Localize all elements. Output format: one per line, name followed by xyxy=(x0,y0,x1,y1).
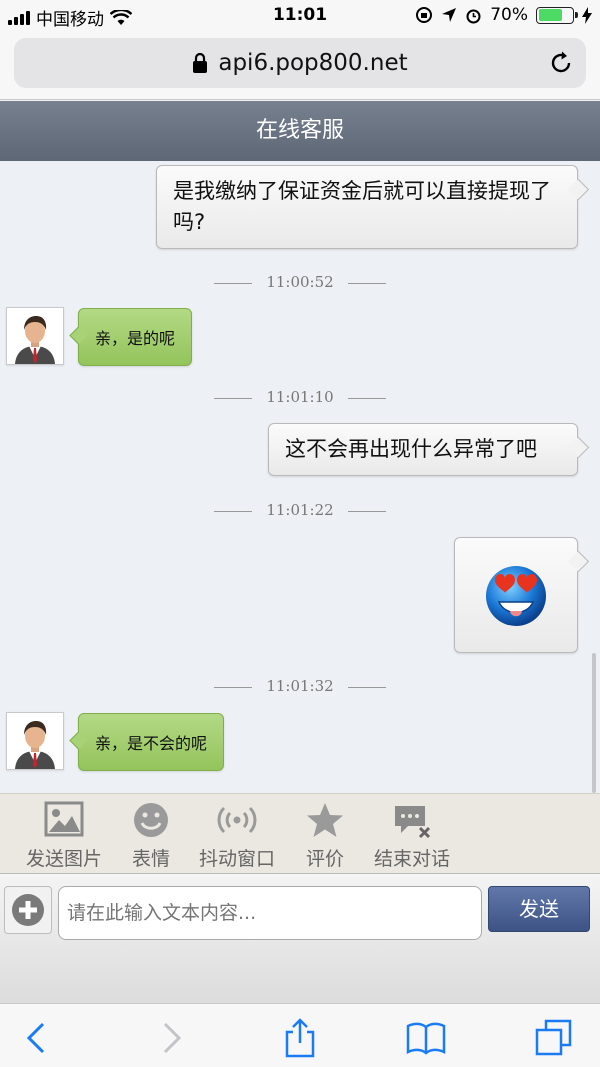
battery-icon xyxy=(536,6,578,24)
wifi-icon xyxy=(110,9,132,25)
chat-scrollbar[interactable] xyxy=(592,653,596,793)
browser-address-area: api6.pop800.net xyxy=(0,32,600,100)
reload-icon[interactable] xyxy=(548,50,574,76)
agent-avatar xyxy=(6,307,64,365)
browser-toolbar xyxy=(0,1003,600,1067)
user-emoji-bubble xyxy=(454,537,578,653)
rate-button[interactable]: 评价 xyxy=(302,800,348,871)
bookmarks-icon[interactable] xyxy=(406,1018,446,1058)
plus-icon xyxy=(12,894,44,926)
tabs-icon[interactable] xyxy=(534,1018,574,1058)
alarm-icon xyxy=(466,9,481,23)
chat-title: 在线客服 xyxy=(0,101,600,161)
chat-toolbar: 发送图片 表情 抖动窗口 评价 结束对话 xyxy=(0,793,600,873)
user-message-bubble: 这不会再出现什么异常了吧 xyxy=(268,423,578,476)
user-message-bubble: 是我缴纳了保证资金后就可以直接提现了吗? xyxy=(156,165,578,249)
location-icon xyxy=(442,8,457,22)
address-bar[interactable]: api6.pop800.net xyxy=(14,38,586,88)
end-chat-icon xyxy=(395,806,431,839)
agent-person-icon xyxy=(7,713,63,769)
message-timestamp: 11:00:52 xyxy=(0,273,600,291)
image-icon xyxy=(44,801,84,837)
forward-icon[interactable] xyxy=(150,1018,190,1058)
end-chat-button[interactable]: 结束对话 xyxy=(370,800,454,871)
status-bar: 中国移动 11:01 70% xyxy=(0,0,600,32)
agent-message-bubble: 亲，是的呢 xyxy=(78,308,193,366)
message-input[interactable] xyxy=(58,886,482,940)
message-timestamp: 11:01:22 xyxy=(0,501,600,519)
signal-icon xyxy=(8,10,30,25)
shake-signal-icon xyxy=(217,806,257,834)
message-timestamp: 11:01:10 xyxy=(0,388,600,406)
share-icon[interactable] xyxy=(280,1018,320,1058)
more-options-button[interactable] xyxy=(4,886,52,934)
emoji-button[interactable]: 表情 xyxy=(128,800,174,871)
send-button[interactable]: 发送 xyxy=(488,886,590,932)
charging-bolt-icon xyxy=(582,6,592,24)
heart-eyes-emoji-icon xyxy=(486,566,546,626)
orientation-lock-icon xyxy=(416,7,433,23)
send-image-button[interactable]: 发送图片 xyxy=(22,800,106,871)
message-text: 是我缴纳了保证资金后就可以直接提现了吗? xyxy=(173,179,551,234)
agent-avatar xyxy=(6,712,64,770)
composer: 发送 xyxy=(0,873,600,1003)
agent-person-icon xyxy=(7,308,63,364)
message-text: 亲，是不会的呢 xyxy=(95,734,208,753)
carrier-label: 中国移动 xyxy=(36,10,104,30)
back-icon[interactable] xyxy=(18,1018,58,1058)
chat-messages[interactable]: 是我缴纳了保证资金后就可以直接提现了吗? 11:00:52 亲，是的呢 11:0… xyxy=(0,161,600,793)
smiley-icon xyxy=(134,803,168,837)
message-timestamp: 11:01:32 xyxy=(0,677,600,695)
message-text: 这不会再出现什么异常了吧 xyxy=(285,437,537,461)
agent-message-bubble: 亲，是不会的呢 xyxy=(78,713,225,771)
star-icon xyxy=(307,803,343,837)
message-text: 亲，是的呢 xyxy=(95,329,176,348)
battery-percent: 70% xyxy=(490,5,528,25)
shake-window-button[interactable]: 抖动窗口 xyxy=(196,800,278,871)
url-text: api6.pop800.net xyxy=(218,50,408,76)
